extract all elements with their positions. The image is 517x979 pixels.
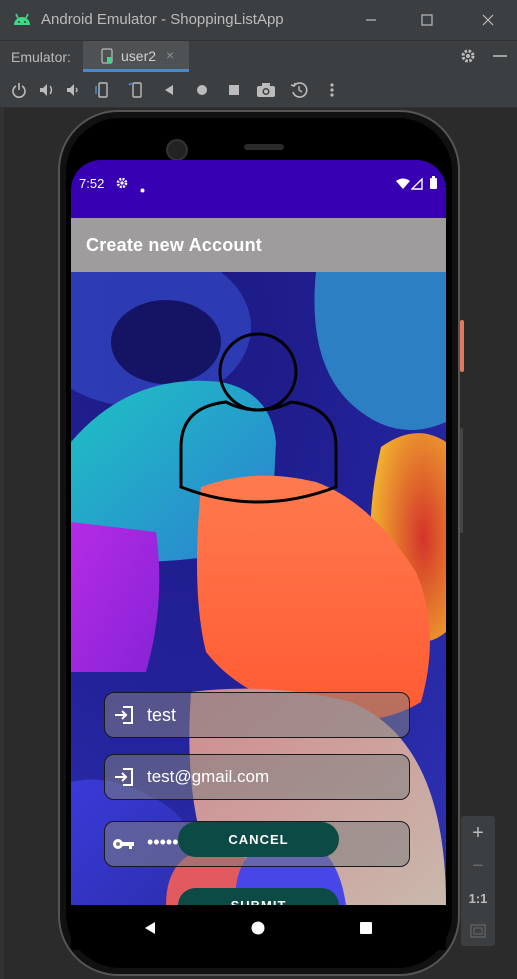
gear-icon[interactable]: [459, 47, 477, 70]
close-icon[interactable]: [473, 6, 503, 34]
volume-down-icon[interactable]: [63, 80, 83, 100]
status-bar: 7:52: [71, 160, 446, 218]
dot-icon: [140, 180, 145, 198]
power-key[interactable]: [460, 320, 464, 372]
home-icon[interactable]: [192, 80, 212, 100]
key-icon: [105, 822, 143, 866]
zoom-panel: + − 1:1: [461, 816, 495, 946]
nav-back-icon[interactable]: [143, 921, 157, 940]
login-icon: [105, 755, 143, 799]
app-bar: Create new Account: [71, 218, 446, 272]
window-title-bar: Android Emulator - ShoppingListApp: [0, 0, 517, 40]
front-camera: [166, 139, 188, 161]
volume-up-icon[interactable]: [37, 80, 57, 100]
overview-icon[interactable]: [224, 80, 244, 100]
camera-icon[interactable]: [256, 80, 276, 100]
more-icon[interactable]: [322, 80, 342, 100]
tab-label: user2: [121, 48, 157, 64]
window-title: Android Emulator - ShoppingListApp: [41, 11, 284, 28]
actual-size-button[interactable]: 1:1: [461, 884, 495, 912]
email-value: test@gmail.com: [147, 767, 270, 786]
form-content: test test@gmail.com ••••••••• SUBMIT: [71, 272, 446, 905]
snapshot-icon[interactable]: [289, 80, 309, 100]
tab-user2[interactable]: user2 ×: [83, 41, 189, 72]
device-icon: [101, 48, 113, 69]
device-screen: 7:52 Create new Account test test@gmail.…: [71, 160, 446, 950]
nav-home-icon[interactable]: [251, 921, 265, 940]
page-title: Create new Account: [86, 235, 262, 255]
settings-icon: [115, 176, 129, 195]
tab-close-icon[interactable]: ×: [166, 47, 174, 63]
login-icon: [105, 693, 143, 737]
zoom-in-button[interactable]: +: [461, 819, 495, 847]
username-value: test: [147, 705, 177, 725]
volume-key[interactable]: [460, 428, 463, 533]
wifi-icon: [396, 177, 410, 195]
background-art: [71, 272, 446, 905]
earpiece-speaker: [244, 144, 284, 150]
email-field[interactable]: test@gmail.com: [104, 754, 410, 800]
cancel-button[interactable]: CANCEL: [178, 822, 339, 857]
left-gutter: [0, 107, 4, 979]
username-field[interactable]: test: [104, 692, 410, 738]
rotate-right-icon[interactable]: [127, 80, 147, 100]
hide-panel-icon[interactable]: [492, 47, 508, 70]
submit-button[interactable]: SUBMIT: [178, 888, 339, 905]
battery-icon: [430, 176, 438, 194]
power-icon[interactable]: [9, 80, 29, 100]
maximize-icon[interactable]: [412, 6, 442, 34]
status-time: 7:52: [79, 176, 105, 191]
navigation-bar: [71, 905, 446, 950]
fit-screen-icon[interactable]: [461, 917, 495, 945]
rotate-left-icon[interactable]: [93, 80, 113, 100]
emulator-label: Emulator:: [11, 49, 71, 65]
emulator-toolbar: [0, 73, 517, 108]
minimize-icon[interactable]: [356, 6, 386, 34]
back-icon[interactable]: [159, 80, 179, 100]
nav-overview-icon[interactable]: [359, 921, 373, 940]
signal-icon: [410, 177, 423, 195]
zoom-out-button[interactable]: −: [461, 852, 495, 880]
android-logo-icon: [12, 11, 32, 32]
emulator-tab-bar: Emulator: user2 ×: [0, 40, 517, 73]
